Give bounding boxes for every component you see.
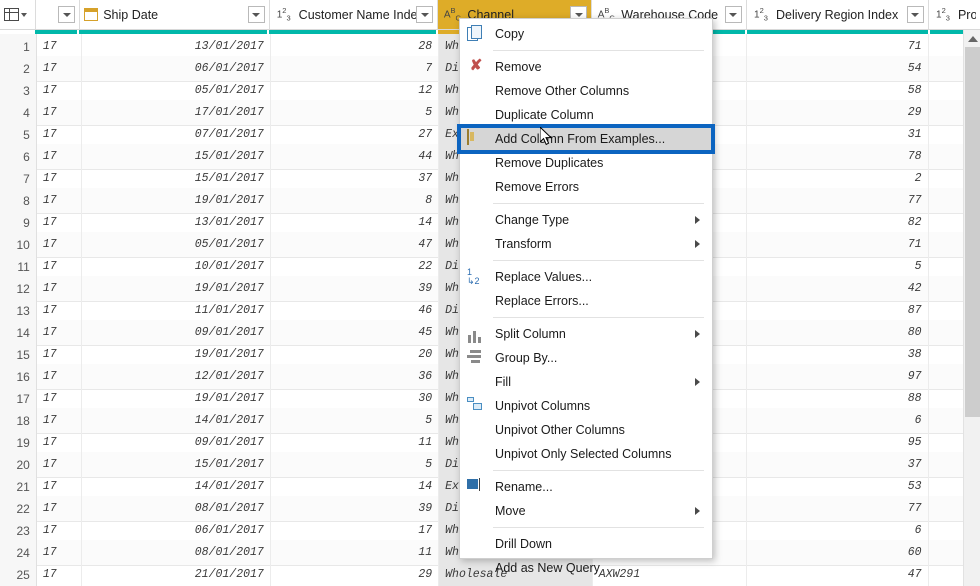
menu-item-add-as-new-query[interactable]: Add as New Query: [460, 556, 712, 580]
chevron-right-icon: [695, 330, 700, 338]
menu-item-replace-errors[interactable]: Replace Errors...: [460, 289, 712, 313]
menu-item-remove-duplicates[interactable]: Remove Duplicates: [460, 151, 712, 175]
menu-item-label: Replace Values...: [495, 270, 593, 284]
menu-item-label: Unpivot Columns: [495, 399, 591, 413]
menu-item-unpivot-columns[interactable]: Unpivot Columns: [460, 394, 712, 418]
vertical-scrollbar[interactable]: [963, 30, 980, 586]
chevron-down-icon: [574, 12, 583, 17]
query-editor-preview: Ship Date 123 Customer Name Index ABC Ch…: [0, 0, 980, 586]
menu-separator: [493, 50, 704, 51]
chevron-down-icon: [911, 12, 920, 17]
column-header-product-partial[interactable]: 123 Pro: [928, 0, 980, 29]
menu-separator: [493, 527, 704, 528]
menu-item-label: Unpivot Only Selected Columns: [495, 447, 672, 461]
menu-item-split-column[interactable]: Split Column: [460, 322, 712, 346]
filter-dropdown-index-partial[interactable]: [58, 6, 76, 23]
menu-item-replace-values[interactable]: 1 ↳2 Replace Values...: [460, 265, 712, 289]
menu-item-label: Add Column From Examples...: [495, 132, 666, 146]
filter-dropdown-delivery-region-index[interactable]: [906, 6, 924, 23]
menu-separator: [493, 317, 704, 318]
menu-item-label: Copy: [495, 27, 525, 41]
copy-icon: [467, 25, 485, 43]
menu-item-label: Drill Down: [495, 537, 552, 551]
chevron-down-icon: [420, 12, 429, 17]
menu-item-change-type[interactable]: Change Type: [460, 208, 712, 232]
chevron-down-icon: [729, 12, 738, 17]
menu-item-label: Transform: [495, 237, 552, 251]
menu-item-duplicate-column[interactable]: Duplicate Column: [460, 103, 712, 127]
menu-item-label: Remove: [495, 60, 542, 74]
menu-item-label: Group By...: [495, 351, 558, 365]
menu-item-drill-down[interactable]: Drill Down: [460, 532, 712, 556]
remove-icon: ✘: [469, 57, 483, 74]
column-context-menu[interactable]: Copy ✘ Remove Remove Other Columns Duplicate…: [457, 18, 715, 575]
filter-dropdown-ship-date[interactable]: [247, 6, 265, 23]
column-header-label: Customer Name Index: [298, 7, 417, 22]
menu-item-label: Add as New Query: [495, 561, 600, 575]
unpivot-columns-icon: [467, 397, 485, 415]
group-by-icon: [467, 349, 485, 367]
menu-item-label: Replace Errors...: [495, 294, 589, 308]
menu-item-label: Move: [495, 504, 526, 518]
column-header-label: Delivery Region Index: [775, 7, 899, 22]
menu-item-label: Unpivot Other Columns: [495, 423, 625, 437]
menu-item-add-column-from-examples[interactable]: Add Column From Examples...: [457, 124, 715, 154]
rename-icon: [467, 478, 485, 496]
chevron-right-icon: [695, 216, 700, 224]
chevron-down-icon: [62, 12, 71, 17]
menu-item-label: Rename...: [495, 480, 553, 494]
chevron-right-icon: [695, 378, 700, 386]
select-all-columns-button[interactable]: [0, 0, 36, 29]
column-header-customer-name-index[interactable]: 123 Customer Name Index: [269, 0, 439, 29]
menu-item-move[interactable]: Move: [460, 499, 712, 523]
menu-item-label: Duplicate Column: [495, 108, 594, 122]
menu-item-label: Remove Errors: [495, 180, 580, 194]
menu-item-remove[interactable]: ✘ Remove: [460, 55, 712, 79]
column-header-ship-date[interactable]: Ship Date: [80, 0, 270, 29]
cell-delivery-region-index[interactable]: 47: [747, 561, 929, 586]
row-number-cell[interactable]: 25: [0, 561, 37, 586]
menu-item-remove-errors[interactable]: Remove Errors: [460, 175, 712, 199]
calendar-icon: [84, 8, 99, 21]
menu-separator: [493, 470, 704, 471]
menu-item-copy[interactable]: Copy: [460, 22, 712, 46]
cell-customer-name-index[interactable]: 29: [271, 561, 440, 586]
column-header-label: Ship Date: [103, 7, 159, 22]
replace-values-icon: 1 ↳2: [467, 267, 480, 286]
number-123-icon: 123: [276, 6, 291, 23]
chevron-down-icon: [21, 12, 27, 17]
menu-item-label: Change Type: [495, 213, 570, 227]
cell-index-partial[interactable]: 17: [37, 561, 82, 586]
menu-item-rename[interactable]: Rename...: [460, 475, 712, 499]
column-header-index-partial[interactable]: [35, 0, 81, 29]
add-column-icon: [467, 129, 485, 148]
number-123-icon: 123: [936, 6, 950, 23]
column-header-delivery-region-index[interactable]: 123 Delivery Region Index: [746, 0, 929, 29]
menu-separator: [493, 260, 704, 261]
cell-ship-date[interactable]: 21/01/2017: [82, 561, 271, 586]
menu-item-group-by[interactable]: Group By...: [460, 346, 712, 370]
chevron-right-icon: [695, 240, 700, 248]
scroll-up-icon[interactable]: [964, 30, 980, 47]
menu-separator: [493, 203, 704, 204]
filter-dropdown-warehouse-code[interactable]: [724, 6, 742, 23]
menu-item-transform[interactable]: Transform: [460, 232, 712, 256]
filter-dropdown-customer-name-index[interactable]: [416, 6, 434, 23]
menu-item-label: Remove Duplicates: [495, 156, 604, 170]
column-header-label: Pro: [957, 7, 977, 22]
split-column-icon: [467, 325, 485, 343]
number-123-icon: 123: [754, 6, 768, 23]
scrollbar-thumb[interactable]: [965, 47, 980, 417]
menu-item-label: Split Column: [495, 327, 566, 341]
grid-icon: [4, 8, 19, 21]
chevron-right-icon: [695, 507, 700, 515]
menu-item-remove-other-columns[interactable]: Remove Other Columns: [460, 79, 712, 103]
menu-item-unpivot-only-selected-columns[interactable]: Unpivot Only Selected Columns: [460, 442, 712, 466]
chevron-down-icon: [252, 12, 261, 17]
menu-item-label: Fill: [495, 375, 511, 389]
menu-item-label: Remove Other Columns: [495, 84, 630, 98]
menu-item-unpivot-other-columns[interactable]: Unpivot Other Columns: [460, 418, 712, 442]
menu-item-fill[interactable]: Fill: [460, 370, 712, 394]
